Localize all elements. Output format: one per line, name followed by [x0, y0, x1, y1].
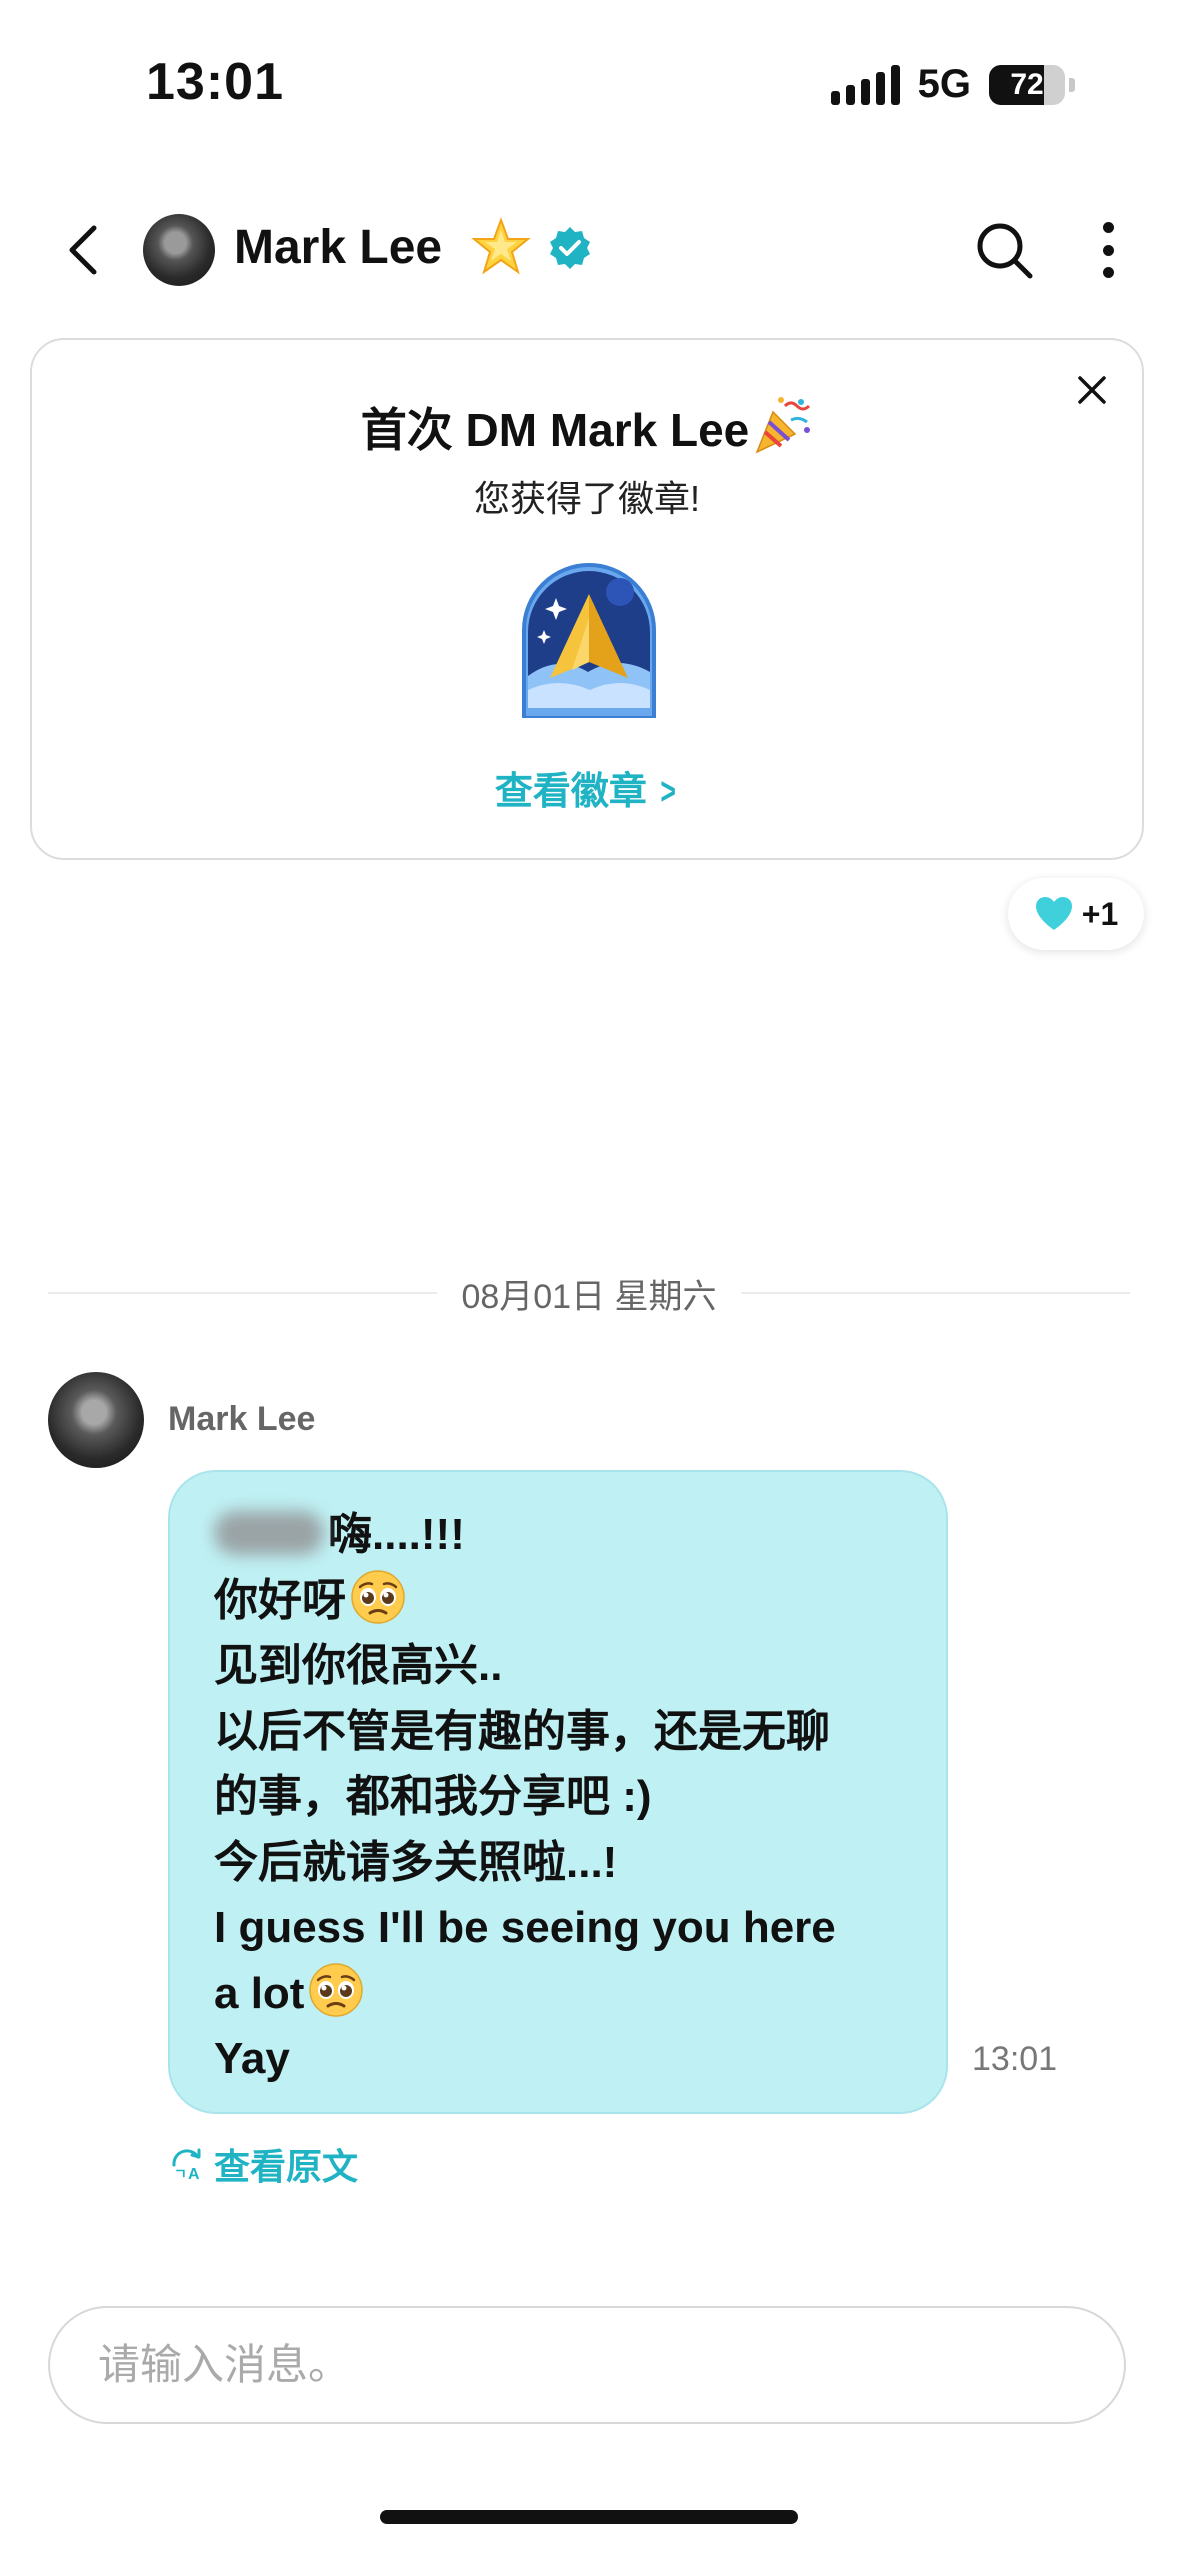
network-label: 5G	[917, 62, 971, 106]
reaction-count: +1	[1081, 895, 1119, 932]
battery-icon: 72	[989, 64, 1065, 105]
battery-tip	[1069, 77, 1075, 92]
message-time: 13:01	[972, 2040, 1058, 2078]
star-icon	[471, 217, 531, 275]
message-text: a lot	[214, 1968, 305, 2018]
view-badge-link[interactable]: 查看徽章 >	[32, 760, 1142, 815]
pleading-face-icon	[351, 1569, 405, 1624]
divider-line	[48, 1292, 438, 1294]
status-indicators: 5G 72	[830, 62, 1075, 107]
reaction-pill[interactable]: +1	[1008, 878, 1144, 950]
heart-icon	[1035, 897, 1072, 930]
message-bubble[interactable]: 嗨....!!! 你好呀 见到你很高兴.. 以后不管是有趣的事，还是无聊 的事，…	[168, 1470, 948, 2114]
header-name[interactable]: Mark Lee	[234, 220, 442, 275]
paper-plane-badge-icon[interactable]	[516, 558, 662, 718]
divider-line	[740, 1292, 1130, 1294]
search-icon[interactable]	[972, 218, 1036, 282]
signal-icon	[830, 64, 900, 105]
message-line: 你好呀	[214, 1568, 904, 1634]
translate-icon: A ㄱ	[172, 2148, 201, 2183]
view-original-link[interactable]: A ㄱ 查看原文	[168, 2138, 358, 2190]
badge-card-title-text: 首次 DM Mark Lee	[360, 404, 750, 456]
pleading-face-icon	[309, 1962, 364, 2017]
message-text: 你好呀	[214, 1575, 346, 1625]
message-text: 嗨....!!!	[328, 1510, 465, 1559]
message-line: a lot	[214, 1961, 904, 2027]
view-original-label: 查看原文	[214, 2146, 359, 2187]
home-indicator[interactable]	[380, 2510, 798, 2524]
message-line: 今后就请多关照啦...!	[214, 1837, 618, 1887]
date-divider: 08月01日 星期六	[48, 1268, 1130, 1318]
back-arrow-icon[interactable]	[56, 220, 116, 280]
badge-card: 首次 DM Mark Lee 您获得了徽章! 查看徽章 >	[30, 338, 1144, 860]
message-line: 以后不管是有趣的事，还是无聊	[214, 1706, 830, 1756]
status-time: 13:01	[146, 53, 284, 111]
chat-screen: 13:01 5G 72 Mark Lee 首次 DM Mark Lee 您获得了…	[0, 0, 1179, 2556]
battery-percent: 72	[1010, 67, 1044, 101]
message-line: 见到你很高兴..	[214, 1641, 503, 1690]
more-icon[interactable]	[1092, 216, 1124, 284]
party-popper-icon	[755, 397, 811, 454]
blurred-name	[214, 1511, 324, 1555]
message-input[interactable]	[48, 2306, 1126, 2424]
message-line: 的事，都和我分享吧 :)	[214, 1772, 652, 1821]
svg-text:ㄱ: ㄱ	[174, 2167, 187, 2183]
message-line: 嗨....!!!	[214, 1502, 904, 1568]
svg-text:A: A	[188, 2166, 200, 2183]
verified-icon	[550, 227, 590, 269]
message-line: I guess I'll be seeing you here	[214, 1903, 836, 1952]
sender-name: Mark Lee	[168, 1400, 316, 1438]
avatar[interactable]	[143, 214, 215, 286]
view-badge-label: 查看徽章	[494, 771, 647, 813]
date-label: 08月01日 星期六	[461, 1277, 717, 1316]
badge-card-subtitle: 您获得了徽章!	[473, 478, 700, 519]
chevron-right-icon: >	[660, 771, 676, 813]
chat-header: Mark Lee	[0, 200, 1179, 300]
sender-avatar[interactable]	[48, 1372, 144, 1468]
message-line: Yay	[214, 2034, 290, 2083]
badge-card-title: 首次 DM Mark Lee	[32, 394, 1142, 460]
